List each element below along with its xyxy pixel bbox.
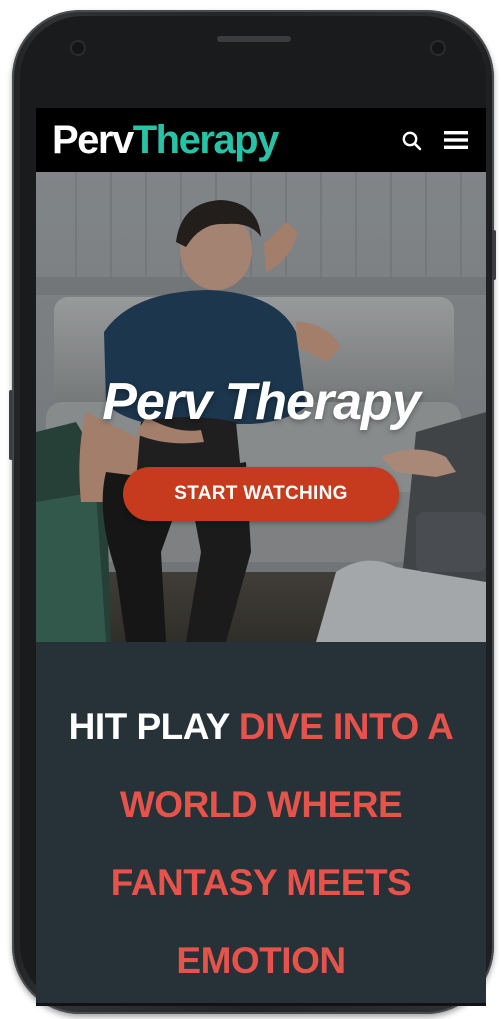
logo-text-perv: Perv [52,118,134,162]
phone-volume-button [9,390,13,460]
start-watching-button[interactable]: START WATCHING [123,467,399,521]
screen-bottom-edge [36,1003,486,1006]
top-navbar: PervTherapy [36,108,486,172]
hero-title: Perv Therapy [102,373,421,431]
phone-speaker [217,36,291,42]
site-logo[interactable]: PervTherapy [52,118,280,162]
phone-sensor-icon [432,42,444,54]
hamburger-menu-icon[interactable] [443,129,469,151]
phone-power-button [492,230,496,280]
phone-screen: PervTherapy Perv Therapy START WATCHING … [36,108,486,1003]
logo-text-therapy: Therapy [132,118,280,162]
hero-banner: Perv Therapy START WATCHING [36,172,486,642]
phone-camera-icon [72,42,84,54]
tagline-heading: HIT PLAY DIVE INTO A WORLD WHERE FANTASY… [36,688,486,1000]
tagline-lead: HIT PLAY [68,706,230,747]
tagline-accent: DIVE INTO A WORLD WHERE FANTASY MEETS EM… [110,706,454,981]
search-icon[interactable] [401,130,423,152]
